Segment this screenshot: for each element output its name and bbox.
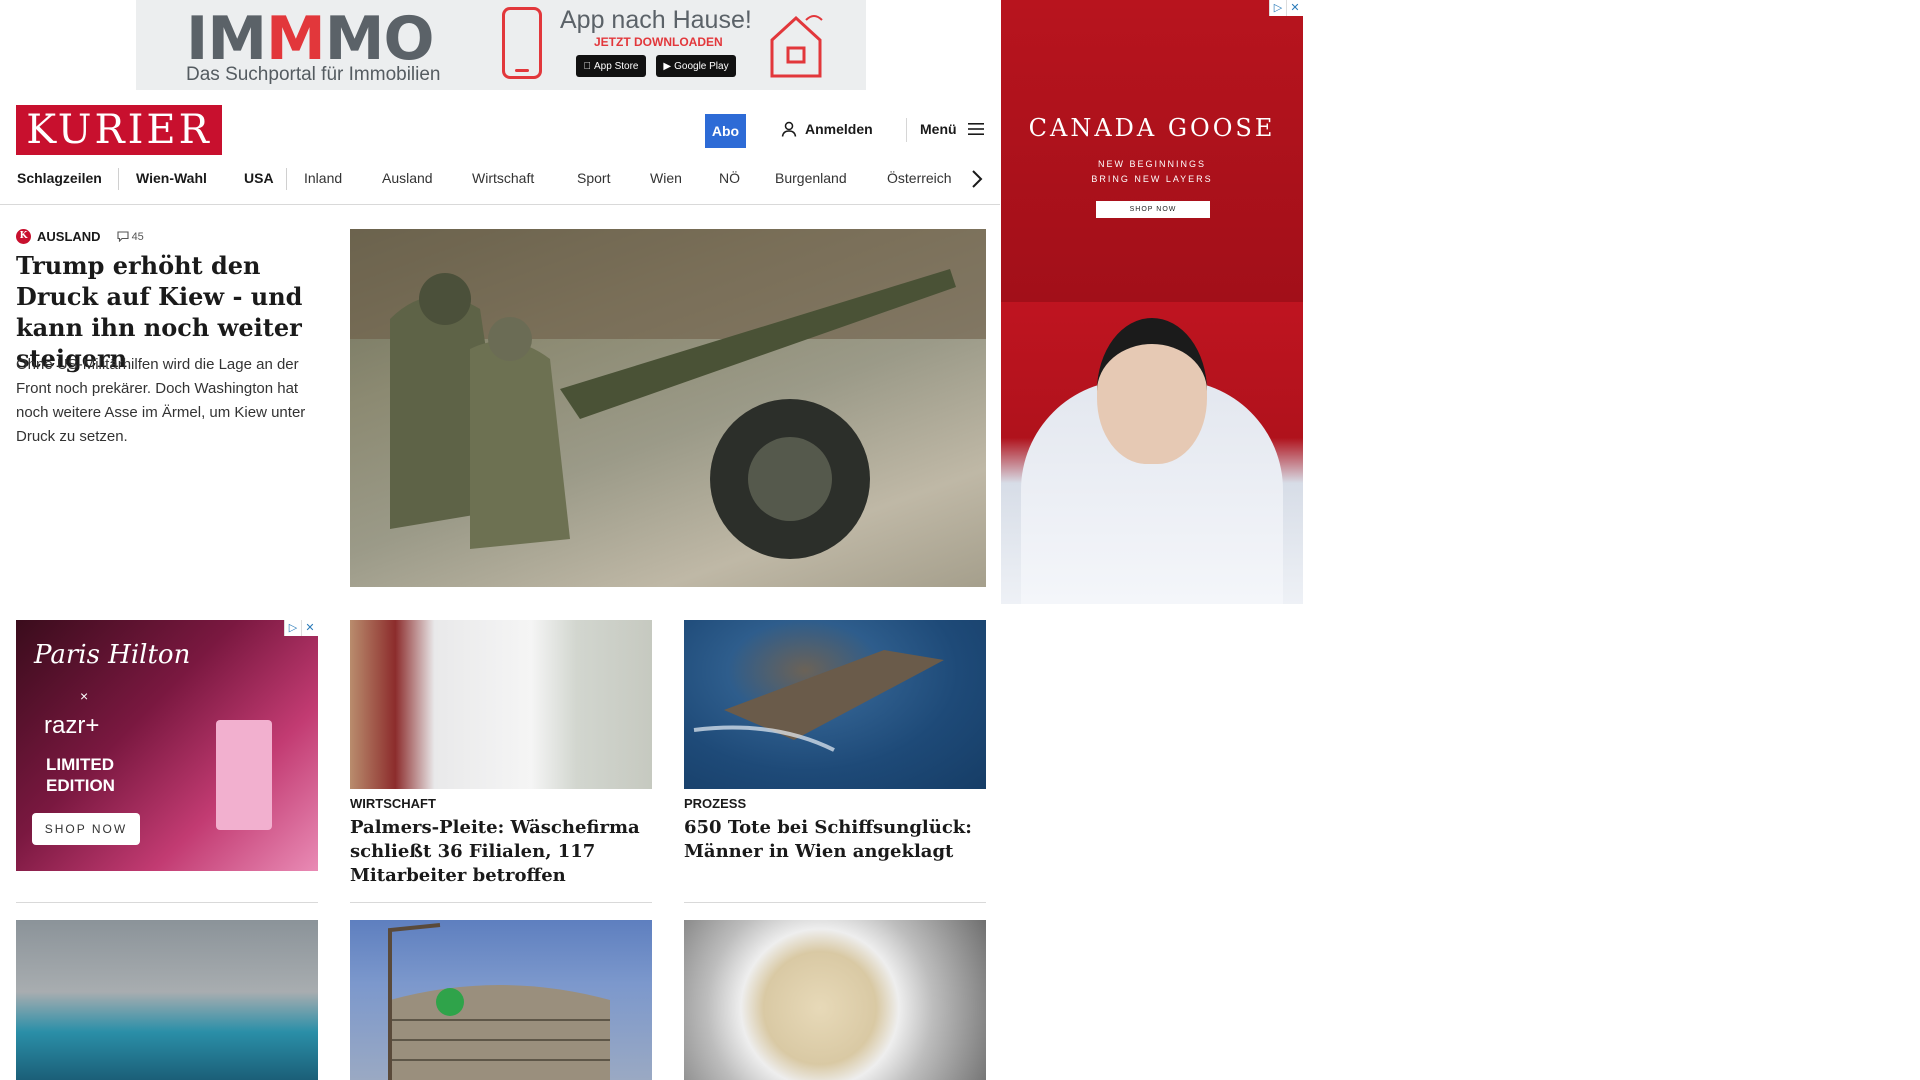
nav-item-sport[interactable]: Sport: [577, 170, 610, 186]
artillery-photo: [350, 229, 986, 559]
nav-item-oesterreich[interactable]: Österreich: [887, 170, 952, 186]
lead-meta: K AUSLAND 45: [16, 229, 144, 244]
header-divider: [906, 118, 907, 142]
immmo-tagline: Das Suchportal für Immobilien: [186, 64, 441, 85]
row-divider: [16, 902, 318, 903]
nav-item-schlagzeilen[interactable]: Schlagzeilen: [17, 170, 102, 186]
article-image-pasta[interactable]: [684, 920, 986, 1080]
article-image-ship[interactable]: [684, 620, 986, 789]
close-ad-icon[interactable]: ✕: [1286, 0, 1303, 16]
article-kicker: PROZESS: [684, 796, 747, 811]
immmo-banner-ad[interactable]: IMMMO Das Suchportal für Immobilien App …: [136, 0, 866, 90]
close-ad-icon[interactable]: ✕: [301, 620, 318, 636]
app-store-badge[interactable]: App Store: [576, 55, 646, 77]
apple-icon: : [584, 61, 592, 72]
nav-item-ausland[interactable]: Ausland: [382, 170, 433, 186]
article-image-iceberg[interactable]: [16, 920, 318, 1080]
user-icon: [781, 121, 797, 137]
article-title[interactable]: Palmers-Pleite: Wäschefirma schließt 36 …: [350, 816, 652, 888]
canada-goose-ad[interactable]: CANADA GOOSE NEW BEGINNINGS BRING NEW LA…: [1001, 0, 1303, 604]
ad-choices[interactable]: ▷ ✕: [1269, 0, 1303, 16]
hamburger-icon: [967, 123, 984, 135]
section-nav: Schlagzeilen Wien-Wahl USA Inland Auslan…: [0, 164, 1000, 205]
lead-section-label[interactable]: AUSLAND: [37, 229, 101, 244]
ad-top-panel: [1001, 0, 1303, 302]
lead-teaser[interactable]: Ohne US-Militärhilfen wird die Lage an d…: [16, 353, 321, 449]
article-title[interactable]: 650 Tote bei Schiffsunglück: Männer in W…: [684, 816, 986, 864]
paris-hilton-razr-ad[interactable]: ▷ ✕ Paris Hilton × razr+ LIMITED EDITION…: [16, 620, 318, 871]
canada-goose-logo: CANADA GOOSE: [1028, 114, 1276, 142]
login-button[interactable]: Anmelden: [781, 121, 873, 137]
limited-edition-text: LIMITED EDITION: [46, 755, 115, 795]
product-box-image: [216, 720, 272, 830]
house-icon: [770, 15, 823, 78]
nav-item-inland[interactable]: Inland: [304, 170, 342, 186]
paris-hilton-signature: Paris Hilton: [34, 640, 191, 670]
ad-slogan: NEW BEGINNINGS BRING NEW LAYERS: [1091, 159, 1213, 184]
building-photo: [388, 923, 610, 1080]
article-image-building[interactable]: [350, 920, 652, 1080]
comment-count-value: 45: [131, 230, 144, 243]
nav-item-usa[interactable]: USA: [244, 170, 274, 186]
nav-item-noe[interactable]: NÖ: [719, 170, 740, 186]
article-kicker: WIRTSCHAFT: [350, 796, 436, 811]
play-icon: ▶: [663, 60, 672, 72]
chevron-right-icon[interactable]: [971, 169, 983, 189]
nav-item-burgenland[interactable]: Burgenland: [775, 170, 847, 186]
nav-item-wirtschaft[interactable]: Wirtschaft: [472, 170, 534, 186]
kurier-k-badge: K: [16, 229, 31, 244]
adchoices-icon[interactable]: ▷: [1269, 0, 1286, 16]
ad-choices[interactable]: ▷ ✕: [284, 620, 318, 636]
immmo-download-cta: JETZT DOWNLOADEN: [594, 35, 723, 49]
menu-label: Menü: [920, 121, 957, 137]
shop-now-button[interactable]: SHOP NOW: [1096, 201, 1210, 218]
menu-button[interactable]: Menü: [920, 121, 985, 137]
phone-icon: [502, 7, 542, 79]
nav-item-wien[interactable]: Wien: [650, 170, 682, 186]
lead-image[interactable]: [350, 229, 986, 587]
comment-icon: [117, 231, 129, 242]
collab-x: ×: [80, 688, 89, 704]
abo-button[interactable]: Abo: [705, 114, 746, 148]
nav-divider: [286, 168, 287, 190]
shop-now-button[interactable]: SHOP NOW: [32, 813, 140, 845]
adchoices-icon[interactable]: ▷: [284, 620, 301, 636]
login-label: Anmelden: [805, 121, 873, 137]
row-divider: [684, 902, 986, 903]
nav-item-wien-wahl[interactable]: Wien-Wahl: [136, 170, 207, 186]
razr-logo: razr+: [44, 712, 100, 739]
row-divider: [350, 902, 652, 903]
boat-photo: [693, 650, 944, 752]
nav-divider: [118, 168, 119, 190]
model-image: [1097, 318, 1207, 464]
comment-count[interactable]: 45: [117, 231, 144, 243]
article-image-palmers[interactable]: [350, 620, 652, 789]
google-play-badge[interactable]: ▶ Google Play: [656, 55, 736, 77]
kurier-logo[interactable]: KURIER: [16, 105, 222, 155]
immmo-headline: App nach Hause!: [560, 6, 752, 34]
